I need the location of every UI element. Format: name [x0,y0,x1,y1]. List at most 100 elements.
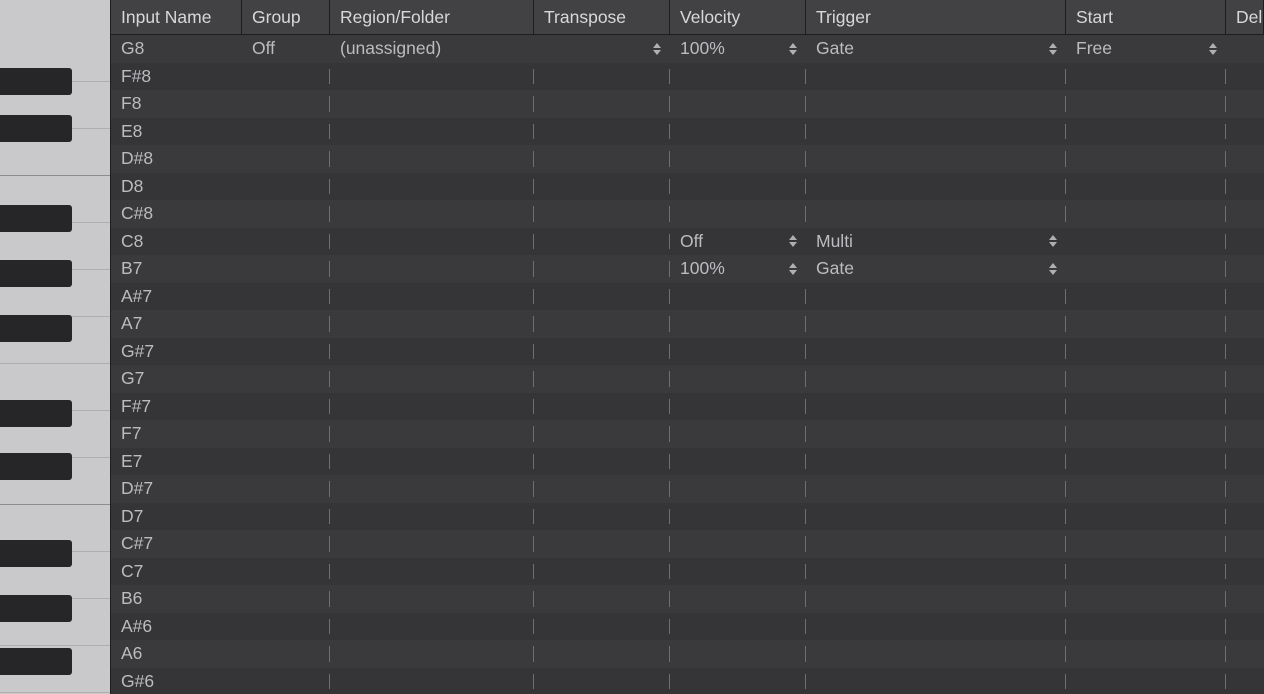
cell-group[interactable] [242,338,330,366]
col-region[interactable]: Region/Folder [330,0,534,34]
cell-transpose[interactable] [534,613,670,641]
cell-velocity[interactable] [670,338,806,366]
table-row[interactable]: G7 [111,365,1264,393]
cell-group[interactable] [242,448,330,476]
cell-group[interactable] [242,530,330,558]
cell-trigger[interactable] [806,558,1066,586]
cell-trigger[interactable] [806,173,1066,201]
table-row[interactable]: D7 [111,503,1264,531]
cell-group[interactable] [242,63,330,91]
black-key[interactable] [0,260,72,287]
table-row[interactable]: A6 [111,640,1264,668]
cell-del[interactable] [1226,448,1264,476]
cell-velocity[interactable]: 100% [670,35,806,63]
cell-group[interactable] [242,503,330,531]
cell-group[interactable] [242,640,330,668]
cell-velocity[interactable] [670,63,806,91]
cell-velocity[interactable] [670,530,806,558]
cell-region[interactable] [330,90,534,118]
cell-group[interactable] [242,255,330,283]
col-group[interactable]: Group [242,0,330,34]
cell-del[interactable] [1226,365,1264,393]
table-row[interactable]: D#8 [111,145,1264,173]
table-row[interactable]: F#8 [111,63,1264,91]
cell-start[interactable] [1066,585,1226,613]
cell-region[interactable] [330,200,534,228]
cell-start[interactable] [1066,503,1226,531]
cell-velocity[interactable] [670,310,806,338]
cell-del[interactable] [1226,338,1264,366]
cell-group[interactable] [242,393,330,421]
black-key[interactable] [0,115,72,142]
cell-transpose[interactable] [534,640,670,668]
table-row[interactable]: G#6 [111,668,1264,694]
cell-del[interactable] [1226,613,1264,641]
cell-del[interactable] [1226,283,1264,311]
cell-del[interactable] [1226,173,1264,201]
cell-region[interactable] [330,613,534,641]
cell-region[interactable]: (unassigned) [330,35,534,63]
cell-velocity[interactable] [670,585,806,613]
cell-region[interactable] [330,503,534,531]
stepper-icon[interactable] [1206,40,1220,58]
cell-start[interactable] [1066,668,1226,694]
table-row[interactable]: E7 [111,448,1264,476]
table-row[interactable]: G#7 [111,338,1264,366]
cell-trigger[interactable] [806,393,1066,421]
cell-trigger[interactable] [806,310,1066,338]
cell-region[interactable] [330,338,534,366]
table-row[interactable]: G8Off(unassigned)100%GateFree [111,35,1264,63]
black-key[interactable] [0,68,72,95]
black-key[interactable] [0,205,72,232]
cell-transpose[interactable] [534,228,670,256]
table-row[interactable]: C7 [111,558,1264,586]
table-row[interactable]: B7100%Gate [111,255,1264,283]
table-row[interactable]: C#8 [111,200,1264,228]
black-key[interactable] [0,400,72,427]
cell-trigger[interactable]: Multi [806,228,1066,256]
table-row[interactable]: D8 [111,173,1264,201]
cell-transpose[interactable] [534,310,670,338]
cell-velocity[interactable] [670,640,806,668]
cell-transpose[interactable] [534,173,670,201]
cell-transpose[interactable] [534,255,670,283]
cell-del[interactable] [1226,503,1264,531]
cell-del[interactable] [1226,585,1264,613]
stepper-icon[interactable] [786,232,800,250]
cell-trigger[interactable] [806,448,1066,476]
cell-del[interactable] [1226,90,1264,118]
cell-region[interactable] [330,255,534,283]
cell-region[interactable] [330,393,534,421]
cell-trigger[interactable] [806,283,1066,311]
cell-trigger[interactable] [806,420,1066,448]
cell-transpose[interactable] [534,90,670,118]
cell-transpose[interactable] [534,503,670,531]
cell-transpose[interactable] [534,35,670,63]
table-row[interactable]: E8 [111,118,1264,146]
cell-transpose[interactable] [534,585,670,613]
cell-region[interactable] [330,668,534,694]
cell-start[interactable] [1066,420,1226,448]
cell-region[interactable] [330,228,534,256]
cell-region[interactable] [330,558,534,586]
cell-velocity[interactable] [670,118,806,146]
cell-trigger[interactable] [806,145,1066,173]
stepper-icon[interactable] [786,40,800,58]
cell-del[interactable] [1226,255,1264,283]
cell-transpose[interactable] [534,365,670,393]
cell-del[interactable] [1226,558,1264,586]
cell-transpose[interactable] [534,448,670,476]
cell-trigger[interactable]: Gate [806,35,1066,63]
cell-transpose[interactable] [534,420,670,448]
cell-trigger[interactable] [806,613,1066,641]
cell-velocity[interactable]: Off [670,228,806,256]
cell-start[interactable] [1066,283,1226,311]
cell-region[interactable] [330,118,534,146]
cell-region[interactable] [330,475,534,503]
cell-group[interactable] [242,283,330,311]
cell-transpose[interactable] [534,118,670,146]
cell-start[interactable] [1066,200,1226,228]
cell-trigger[interactable] [806,90,1066,118]
table-row[interactable]: F#7 [111,393,1264,421]
table-row[interactable]: A#6 [111,613,1264,641]
